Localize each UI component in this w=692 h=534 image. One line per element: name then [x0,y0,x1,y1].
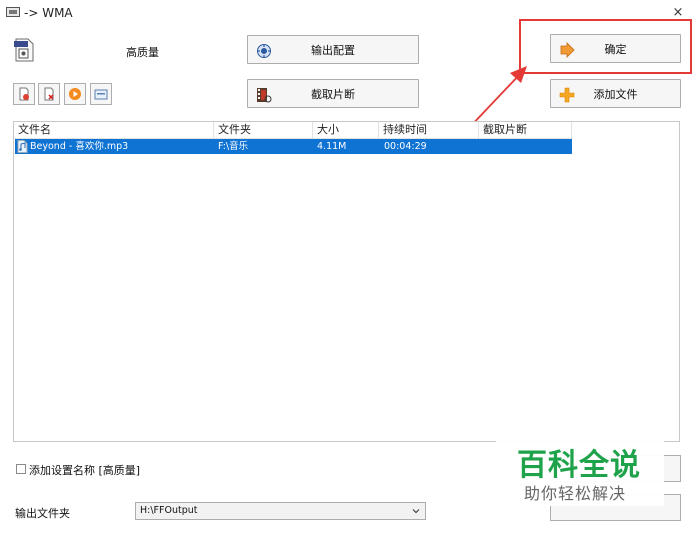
output-folder-value: H:\FFOutput [140,505,198,516]
audio-file-icon [17,140,28,153]
column-header-folder[interactable]: 文件夹 [214,122,313,139]
file-name-cell: Beyond - 喜欢你.mp3 [30,141,129,152]
output-config-label: 输出配置 [311,43,355,57]
output-folder-select[interactable]: H:\FFOutput [135,502,426,520]
quality-label: 高质量 [126,46,159,59]
play-button[interactable] [64,83,86,105]
add-setting-name-checkbox[interactable] [16,464,26,474]
output-folder-label: 输出文件夹 [15,507,70,520]
table-row[interactable]: Beyond - 喜欢你.mp3 F:\音乐 4.11M 00:04:29 [15,139,572,154]
clear-list-button[interactable] [38,83,60,105]
chevron-down-icon [412,509,420,514]
remove-file-icon [19,87,29,101]
size-cell: 4.11M [317,141,347,152]
play-icon [69,88,81,100]
window-title: -> WMA [24,6,73,20]
watermark-subtitle: 助你轻松解决 [524,484,627,503]
info-button[interactable] [90,83,112,105]
column-header-size[interactable]: 大小 [313,122,379,139]
remove-file-button[interactable] [13,83,35,105]
wma-file-icon [14,38,34,62]
add-file-button[interactable]: 添加文件 [550,79,681,108]
folder-cell: F:\音乐 [218,141,249,152]
close-button[interactable]: × [672,5,684,20]
column-header-filename[interactable]: 文件名 [14,122,214,139]
clear-list-icon [44,87,54,101]
app-icon [6,7,20,17]
column-header-clip[interactable]: 截取片断 [479,122,572,139]
duration-cell: 00:04:29 [384,141,427,152]
add-file-label: 添加文件 [593,87,638,101]
file-list[interactable]: 文件名 文件夹 大小 持续时间 截取片断 Beyond - 喜欢你.mp3 F:… [13,121,680,442]
column-header-duration[interactable]: 持续时间 [379,122,479,139]
watermark-title: 百科全说 [517,448,641,483]
info-icon [94,89,108,100]
file-list-header: 文件名 文件夹 大小 持续时间 截取片断 [14,122,572,139]
add-setting-name-label: 添加设置名称 [高质量] [29,464,141,477]
